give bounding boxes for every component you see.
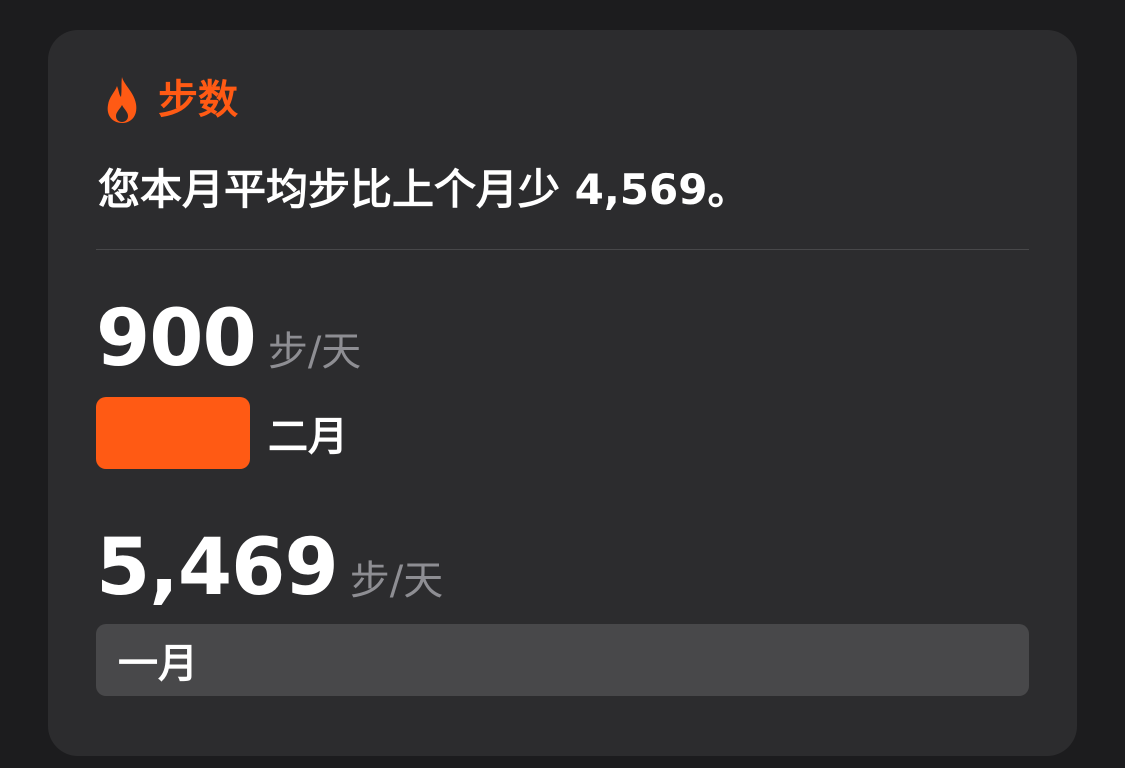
divider [96, 249, 1029, 250]
card-header: 步数 [104, 72, 238, 128]
summary-text: 您本月平均步比上个月少 4,569。 [98, 165, 750, 214]
steps-card[interactable]: 步数 您本月平均步比上个月少 4,569。 900 步/天 二月 5,469 步… [48, 30, 1077, 756]
card-title: 步数 [158, 77, 238, 123]
previous-month-stat: 5,469 步/天 [96, 529, 443, 607]
current-month-unit: 步/天 [267, 329, 362, 375]
current-month-bar: 二月 [96, 397, 1029, 469]
current-month-value: 900 [96, 294, 257, 384]
previous-month-label: 一月 [118, 641, 198, 687]
current-month-stat: 900 步/天 [96, 300, 361, 378]
previous-month-unit: 步/天 [349, 558, 444, 604]
previous-month-bar: 一月 [96, 624, 1029, 696]
previous-month-value: 5,469 [96, 523, 339, 613]
flame-icon [107, 77, 137, 123]
current-month-bar-fill [96, 397, 250, 469]
previous-month-bar-fill [96, 624, 1029, 696]
current-month-label: 二月 [268, 414, 348, 460]
